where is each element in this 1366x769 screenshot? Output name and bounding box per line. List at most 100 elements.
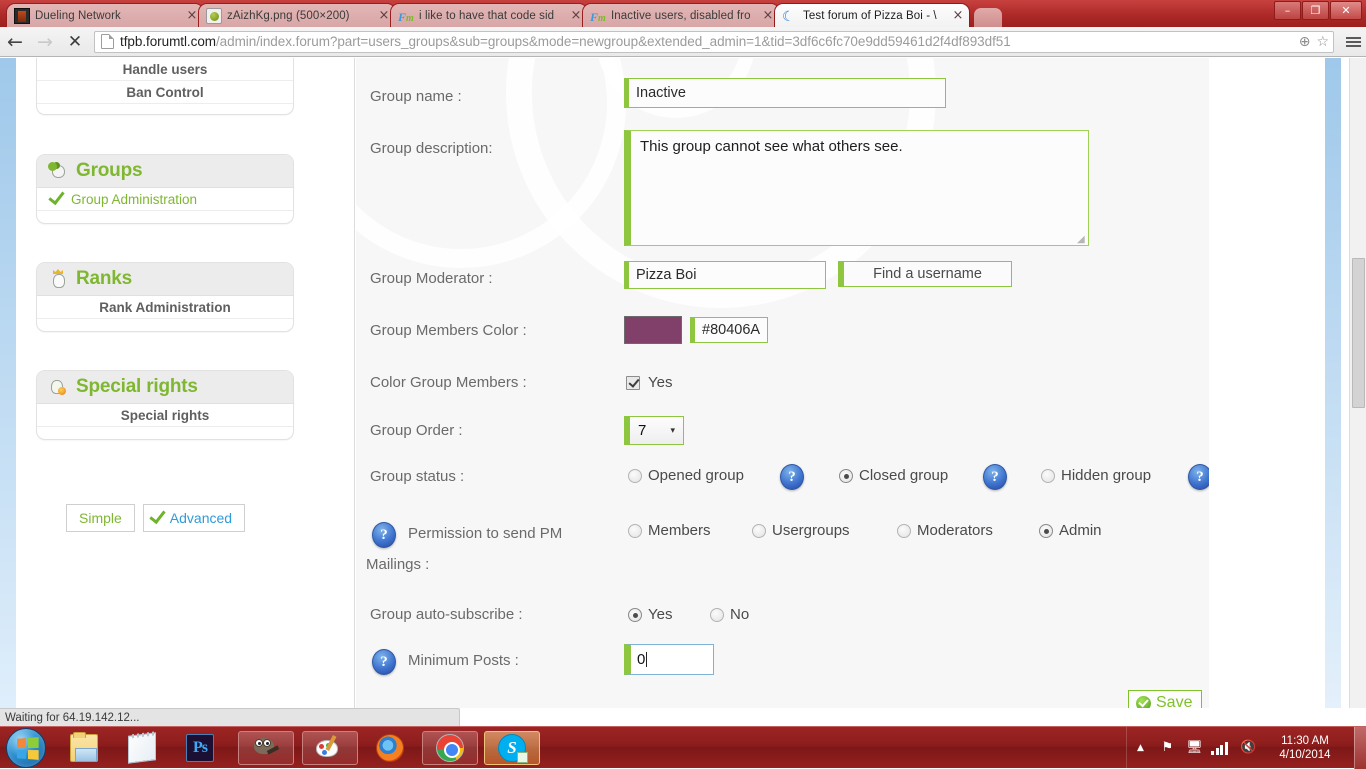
start-button[interactable]: [6, 727, 46, 768]
browser-tab[interactable]: Dueling Network ×: [6, 3, 204, 27]
show-hidden-icons-icon[interactable]: ▲: [1130, 736, 1151, 760]
minimum-posts-input[interactable]: 0: [624, 644, 714, 675]
sidebar-item-label: Group Administration: [71, 191, 198, 207]
sidebar-item-rank-administration[interactable]: Rank Administration: [37, 296, 293, 319]
taskbar-item-firefox[interactable]: [370, 731, 410, 765]
sidebar-item-handle-users[interactable]: Handle users: [37, 58, 293, 81]
taskbar-clock[interactable]: 11:30 AM 4/10/2014: [1266, 734, 1344, 762]
taskbar-item-sticky-notes[interactable]: [122, 731, 162, 765]
taskbar-item-gimp[interactable]: [238, 730, 294, 765]
help-icon[interactable]: ?: [372, 649, 396, 675]
chrome-menu-icon[interactable]: [1340, 27, 1366, 57]
help-icon[interactable]: ?: [983, 464, 1007, 490]
auto-subscribe-radio-no[interactable]: [710, 608, 724, 622]
group-moderator-input[interactable]: Pizza Boi: [624, 261, 826, 289]
browser-tab[interactable]: Fm i like to have that code sid ×: [390, 3, 588, 27]
signal-bars-icon[interactable]: [1211, 736, 1232, 760]
windows-taskbar: Ps S ▲ ⚑ 🖥 🔇 11:30 AM 4/10/2014: [0, 726, 1366, 769]
windows-explorer-icon: [70, 731, 98, 762]
status-bubble: Waiting for 64.19.142.12...: [0, 708, 460, 726]
group-status-radio-opened[interactable]: [628, 469, 642, 483]
show-desktop-button[interactable]: [1354, 726, 1366, 769]
color-swatch[interactable]: [624, 316, 682, 344]
taskbar-item-paint[interactable]: [302, 730, 358, 765]
help-icon[interactable]: ?: [780, 464, 804, 490]
volume-muted-icon[interactable]: 🔇: [1238, 736, 1259, 760]
group-status-radio-hidden[interactable]: [1041, 469, 1055, 483]
group-name-label: Group name :: [370, 88, 462, 105]
taskbar-item-windows-explorer[interactable]: [64, 731, 104, 765]
auto-subscribe-label-yes: Yes: [648, 606, 673, 623]
browser-tab[interactable]: Fm Inactive users, disabled fro ×: [582, 3, 780, 27]
pm-permission-radio-admin[interactable]: [1039, 524, 1053, 538]
help-icon[interactable]: ?: [372, 522, 396, 548]
text-caret: [646, 652, 648, 667]
gimp-icon: [252, 734, 280, 762]
taskbar-item-skype[interactable]: S: [484, 730, 540, 765]
groups-icon: [47, 161, 69, 181]
network-icon[interactable]: 🖥: [1184, 736, 1205, 760]
stop-icon[interactable]: ✕: [60, 27, 90, 57]
minimize-button[interactable]: –: [1274, 1, 1301, 20]
auto-subscribe-radio-yes[interactable]: [628, 608, 642, 622]
browser-tab-active[interactable]: ☾ Test forum of Pizza Boi - \ ×: [774, 3, 970, 27]
group-description-textarea[interactable]: This group cannot see what others see. ◢: [624, 130, 1089, 246]
sidebar-item-ban-control[interactable]: Ban Control: [37, 81, 293, 104]
new-tab-button[interactable]: [974, 8, 1002, 27]
group-status-radio-closed[interactable]: [839, 469, 853, 483]
zoom-icon[interactable]: ⊕: [1299, 34, 1311, 50]
pm-permission-label-line2: Mailings :: [366, 556, 430, 573]
image-icon: [206, 7, 222, 24]
color-group-members-checkbox[interactable]: [626, 376, 640, 390]
close-icon[interactable]: ×: [761, 9, 775, 23]
page-icon: [101, 34, 114, 49]
sidebar-item-group-administration[interactable]: Group Administration: [37, 188, 293, 211]
group-members-color-input[interactable]: #80406A: [690, 317, 768, 343]
clock-date: 4/10/2014: [1279, 748, 1331, 761]
sidebar-item-special-rights[interactable]: Special rights: [37, 404, 293, 427]
pm-permission-radio-usergroups[interactable]: [752, 524, 766, 538]
card-icon: [14, 7, 30, 24]
address-bar[interactable]: tfpb.forumtl.com/admin/index.forum?part=…: [94, 30, 1334, 53]
resize-grip-icon[interactable]: ◢: [1077, 235, 1086, 245]
pm-permission-label-usergroups: Usergroups: [772, 522, 850, 539]
minimum-posts-value: 0: [637, 651, 646, 668]
taskbar-item-photoshop[interactable]: Ps: [180, 731, 220, 765]
action-center-flag-icon[interactable]: ⚑: [1157, 736, 1178, 760]
close-icon[interactable]: ×: [185, 9, 199, 23]
simple-mode-button[interactable]: Simple: [66, 504, 135, 532]
sticky-notes-icon: [128, 731, 156, 764]
clock-time: 11:30 AM: [1281, 734, 1329, 747]
advanced-mode-button[interactable]: Advanced: [142, 504, 246, 532]
vertical-scrollbar[interactable]: [1349, 58, 1366, 708]
help-icon[interactable]: ?: [1188, 464, 1209, 490]
tab-strip: Dueling Network × zAizhKg.png (500×200) …: [0, 0, 1366, 27]
group-order-select[interactable]: 7 ▾: [624, 416, 684, 445]
group-name-input[interactable]: Inactive: [624, 78, 946, 108]
group-status-label: Group status :: [370, 468, 465, 485]
green-check-icon: [47, 191, 67, 207]
field-row-pm-permission: ? Permission to send PM Mailings : Membe…: [356, 514, 1209, 576]
scrollbar-thumb[interactable]: [1352, 258, 1365, 408]
auto-subscribe-label-no: No: [730, 606, 750, 623]
bookmark-star-icon[interactable]: ☆: [1316, 34, 1329, 50]
taskbar-item-chrome[interactable]: [422, 730, 478, 765]
group-members-color-label: Group Members Color :: [370, 322, 527, 339]
find-username-button[interactable]: Find a username: [838, 261, 1012, 287]
maximize-button[interactable]: ❐: [1302, 1, 1329, 20]
pm-permission-radio-members[interactable]: [628, 524, 642, 538]
close-icon[interactable]: ×: [569, 9, 583, 23]
forward-icon[interactable]: →: [30, 27, 60, 57]
firefox-icon: [376, 733, 404, 762]
save-button[interactable]: Save: [1128, 690, 1203, 708]
pm-permission-radio-moderators[interactable]: [897, 524, 911, 538]
browser-tab[interactable]: zAizhKg.png (500×200) ×: [198, 3, 396, 27]
find-username-label: Find a username: [873, 266, 982, 282]
close-window-button[interactable]: ✕: [1330, 1, 1362, 20]
groups-panel: Groups Group Administration: [36, 154, 294, 224]
group-description-label: Group description:: [370, 140, 493, 157]
close-icon[interactable]: ×: [951, 9, 965, 23]
back-icon[interactable]: ←: [0, 27, 30, 57]
close-icon[interactable]: ×: [377, 9, 391, 23]
group-name-value: Inactive: [636, 85, 686, 101]
